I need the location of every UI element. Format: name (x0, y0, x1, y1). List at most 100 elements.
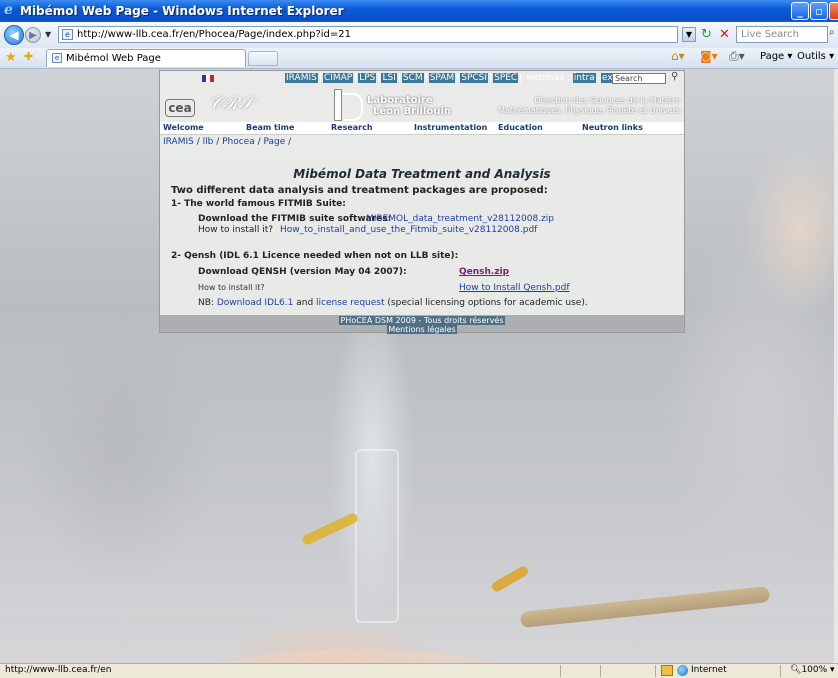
nav-instrumentation[interactable]: Instrumentation (414, 123, 487, 132)
scrollbar[interactable] (834, 69, 838, 663)
address-row: ◀ ▶ ▼ e http://www-llb.cea.fr/en/Phocea/… (0, 22, 838, 49)
page-viewport: IRAMIS | CIMAP | LPS | LSI | SCM | SPAM | SPCSI | SPEC… (0, 69, 838, 663)
nb-suffix: (special licensing options for academic … (387, 298, 588, 308)
cea-logo[interactable]: cea (165, 99, 195, 117)
nav-neutron-links[interactable]: Neutron links (582, 123, 643, 132)
idl-download-link[interactable]: Download IDL6.1 (217, 298, 294, 308)
breadcrumb: IRAMIS / llb / Phocea / Page / (163, 137, 292, 147)
background-photo-glove (200, 649, 520, 663)
home-icon[interactable]: ⌂▾ (671, 49, 685, 63)
address-dropdown-button[interactable]: ▼ (682, 27, 696, 42)
dsm-line2: Mathématiques, Physique, Planète et Univ… (498, 106, 680, 115)
link-iramis[interactable]: IRAMIS (285, 73, 318, 83)
section1-heading: 1- The world famous FITMIB Suite: (171, 199, 346, 209)
history-dropdown-icon[interactable]: ▼ (45, 30, 51, 39)
intro-text: Two different data analysis and treatmen… (171, 185, 548, 196)
title-bar: e Mibémol Web Page - Windows Internet Ex… (0, 0, 838, 22)
status-url: http://www-llb.cea.fr/en (5, 665, 112, 675)
status-bar: http://www-llb.cea.fr/en Internet 🔍︎100%… (0, 663, 838, 678)
internet-zone-globe-icon (677, 665, 688, 676)
window-title: Mibémol Web Page - Windows Internet Expl… (20, 4, 344, 18)
link-lps[interactable]: LPS (358, 73, 377, 83)
license-request-link[interactable]: license request (316, 298, 385, 308)
ie-logo-icon: e (4, 2, 13, 18)
protected-mode-icon[interactable] (661, 665, 673, 676)
llb-logo-icon[interactable] (334, 89, 364, 121)
new-tab-button[interactable] (248, 51, 278, 66)
french-flag-icon[interactable] (202, 75, 214, 82)
tab-mibemol[interactable]: e Mibémol Web Page (46, 49, 246, 67)
page-title: Mibémol Data Treatment and Analysis (293, 167, 551, 181)
tab-label: Mibémol Web Page (66, 53, 161, 64)
link-cimap[interactable]: CIMAP (322, 73, 354, 83)
tools-menu[interactable]: Outils ▾ (797, 51, 834, 62)
add-favorite-icon[interactable]: ✚ (24, 50, 33, 63)
page-icon: e (62, 29, 73, 40)
address-input[interactable]: e http://www-llb.cea.fr/en/Phocea/Page/i… (58, 26, 678, 43)
feeds-icon[interactable]: ◙▾ (700, 49, 718, 63)
nav-research[interactable]: Research (331, 123, 373, 132)
qensh-install-link[interactable]: How to Install Qensh.pdf (459, 283, 570, 293)
crumb-iramis[interactable]: IRAMIS (163, 137, 194, 147)
link-scm[interactable]: SCM (401, 73, 424, 83)
status-divider (780, 665, 781, 677)
legal-notice: Mentions légales (160, 325, 684, 334)
crumb-phocea[interactable]: Phocea (222, 137, 255, 147)
nav-education[interactable]: Education (498, 123, 543, 132)
minimize-button[interactable]: _ (791, 2, 809, 20)
crumb-llb[interactable]: llb (203, 137, 214, 147)
background-photo-flowmeter (355, 449, 399, 623)
nb-and: and (296, 298, 314, 308)
zoom-level[interactable]: 🔍︎100% ▾ (790, 665, 835, 675)
lab-name-line2: Léon Brillouin (373, 106, 451, 117)
link-spec[interactable]: SPEC (493, 73, 519, 83)
section2-heading: 2- Qensh (IDL 6.1 Licence needed when no… (171, 251, 459, 261)
security-zone: Internet (691, 665, 727, 675)
zoom-value[interactable]: 100% (801, 665, 827, 675)
link-intra[interactable]: intra (572, 73, 596, 83)
link-spam[interactable]: SPAM (428, 73, 456, 83)
site-banner: cea 𝒞ℛ𝒮 Laboratoire Léon Brillouin Direc… (160, 87, 684, 122)
live-search-input[interactable]: Live Search (736, 26, 828, 43)
site-search-icon[interactable]: ⚲ (671, 71, 678, 82)
top-links-bar: IRAMIS | CIMAP | LPS | LSI | SCM | SPAM | SPCSI | SPEC… (160, 71, 684, 87)
status-divider (560, 665, 561, 677)
search-icon[interactable]: ⌕ (829, 27, 838, 41)
close-button[interactable] (829, 2, 838, 20)
tab-page-icon: e (52, 53, 62, 63)
fitmib-download-link[interactable]: MIBEMOL_data_treatment_v28112008.zip (366, 214, 554, 224)
copyright-text: PHoCEA DSM 2009 - Tous droits réservés (339, 316, 505, 325)
cnrs-logo-icon[interactable]: 𝒞ℛ𝒮 (209, 93, 253, 114)
nav-beam-time[interactable]: Beam time (246, 123, 294, 132)
address-url[interactable]: http://www-llb.cea.fr/en/Phocea/Page/ind… (77, 29, 351, 40)
copyright: PHoCEA DSM 2009 - Tous droits réservés (160, 316, 684, 325)
licence-note: NB: Download IDL6.1 and license request … (198, 298, 588, 308)
qensh-install-label: How to install it? (198, 283, 265, 292)
qensh-download-label: Download QENSH (version May 04 2007): (198, 267, 407, 277)
stop-button[interactable]: ✕ (716, 26, 733, 43)
favorites-star-icon[interactable]: ★ (5, 50, 17, 65)
dsm-line1: Direction des Sciences de la Matière (534, 96, 680, 105)
page-menu[interactable]: Page ▾ (760, 51, 792, 62)
fitmib-install-link[interactable]: How_to_install_and_use_the_Fitmib_suite_… (280, 225, 537, 235)
background-photo-valve (300, 511, 360, 547)
legal-notice-link[interactable]: Mentions légales (387, 325, 457, 334)
crumb-page[interactable]: Page (264, 137, 286, 147)
link-lsi[interactable]: LSI (381, 73, 397, 83)
status-divider (600, 665, 601, 677)
refresh-button[interactable]: ↻ (698, 26, 715, 43)
forward-button[interactable]: ▶ (25, 27, 41, 43)
fitmib-install-label: How to install it? (198, 225, 273, 235)
status-divider (655, 665, 656, 677)
qensh-download-link[interactable]: Qensh.zip (459, 267, 509, 277)
webmail-label: webmail : (526, 73, 570, 83)
maximize-button[interactable]: ▫ (810, 2, 828, 20)
link-spcsi[interactable]: SPCSI (460, 73, 489, 83)
background-photo-valve (490, 564, 530, 594)
tab-row: ★ ✚ e Mibémol Web Page ⌂▾ ◙▾ ⎙▾ Page ▾ O… (0, 48, 838, 69)
lab-name-line1: Laboratoire (367, 95, 433, 106)
back-button[interactable]: ◀ (4, 25, 24, 45)
site-search-input[interactable]: Search (612, 73, 666, 84)
print-icon[interactable]: ⎙▾ (729, 49, 745, 64)
nav-welcome[interactable]: Welcome (163, 123, 204, 132)
